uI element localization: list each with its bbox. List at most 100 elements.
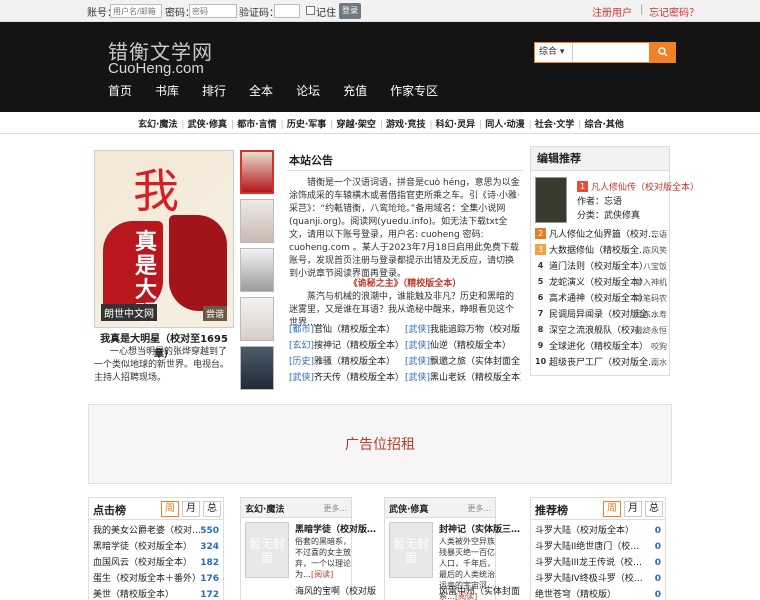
placeholder-cover[interactable]: 暂无封面 (389, 522, 433, 578)
list-item[interactable]: [武侠]我能追踪万物（校对版… (405, 322, 521, 338)
list-item[interactable]: 4 道门法则（校对版全本） 八宝饭 (535, 259, 669, 275)
logo-english[interactable]: CuoHeng.com (108, 60, 204, 77)
tab-month[interactable]: 月 (624, 501, 642, 517)
list-item[interactable]: 3 大数据修仙（精校版全… 陈风笑 (535, 243, 669, 259)
rank-number: 7 (537, 309, 544, 318)
featured-book-cover[interactable]: 我 真是大明星 朗世中文网 尝谐 (94, 150, 234, 328)
register-link[interactable]: 注册用户 (592, 4, 632, 19)
box-book-title[interactable]: 黑暗学徒（校对版… (295, 522, 376, 535)
nav-forum[interactable]: 论坛 (296, 82, 320, 99)
list-item[interactable]: 5 龙蛇演义（校对版全本） 梦入神机 (535, 275, 669, 291)
thumbnail[interactable] (240, 297, 274, 341)
list-item[interactable]: 7 民调局异闻录（校对版全… 耳东水寿 (535, 307, 669, 323)
search-input[interactable] (574, 43, 650, 62)
rank-value: 182 (200, 558, 219, 568)
list-item[interactable]: 我的美女公爵老婆（校对… 550 (93, 523, 219, 539)
rank-value: 550 (200, 526, 219, 536)
category-link[interactable]: 同人·动漫 (485, 120, 524, 130)
category-link[interactable]: 科幻·灵异 (436, 120, 475, 130)
tab-week[interactable]: 周 (161, 501, 179, 517)
list-item[interactable]: 斗罗大陆II绝世唐门（校… 0 (535, 539, 661, 555)
author-name: 最终永恒 (635, 326, 667, 335)
nav-author[interactable]: 作家专区 (390, 82, 438, 99)
cover-thumbnails (240, 150, 276, 395)
category-link[interactable]: 武侠·修真 (188, 120, 227, 130)
placeholder-cover[interactable]: 暂无封面 (245, 522, 289, 578)
headline-book[interactable]: 《诡秘之主》（精校版全本） (289, 276, 521, 289)
book-name: 道门法则（校对版全本） (549, 262, 649, 272)
read-link[interactable]: [阅读] (311, 570, 333, 579)
list-item[interactable]: [都市]官仙（精校版全本） (289, 322, 405, 338)
list-item[interactable]: 9 全球进化（精校版全本） 咬狗 (535, 339, 669, 355)
more-link[interactable]: 更多... (323, 503, 347, 514)
site-header: 错衡文学网 CuoHeng.com 综合 ▾ 首页 书库 排行 全本 论坛 充值… (0, 22, 760, 112)
recommend-list: 2 凡人修仙之仙界篇（校对… 忘语 3 大数据修仙（精校版全… 陈风笑 4 道门法则（校对版全… (535, 227, 669, 371)
category-link[interactable]: 玄幻·魔法 (138, 120, 177, 130)
thumbnail[interactable] (240, 150, 274, 194)
tab-total[interactable]: 总 (203, 501, 221, 517)
category-link[interactable]: 穿越·架空 (336, 120, 375, 130)
list-item[interactable]: [武侠]仙逆（精校版全本） (405, 338, 521, 354)
captcha-input[interactable] (274, 4, 300, 18)
list-item[interactable]: 斗罗大陆（校对版全本） 0 (535, 523, 661, 539)
list-item[interactable]: 蛋生（校对版全本＋番外） 176 (93, 571, 219, 587)
category-link[interactable]: 都市·言情 (237, 120, 276, 130)
top-book-title[interactable]: 1 凡人修仙传（校对版全本） (577, 180, 699, 193)
thumbnail[interactable] (240, 248, 274, 292)
remember-checkbox[interactable] (306, 6, 315, 15)
nav-library[interactable]: 书库 (155, 82, 179, 99)
category-link[interactable]: 游戏·竞技 (386, 120, 425, 130)
list-item[interactable]: 黑暗学徒（校对版全本） 324 (93, 539, 219, 555)
thumbnail[interactable] (240, 346, 274, 390)
category-nav: 玄幻·魔法 | 武侠·修真 | 都市·言情 | 历史·军事 | 穿越·架空 | 游戏·竞技… (0, 112, 760, 134)
box-book-desc: 俗套的黑暗系，不过喜的女主放弃，一个以理论为…[阅读] (295, 537, 351, 579)
tab-total[interactable]: 总 (645, 501, 663, 517)
list-item[interactable]: 海风的宝啊（校对版 (295, 584, 376, 597)
rank-number: 5 (537, 277, 544, 286)
author-name: 咬狗 (651, 342, 667, 351)
rank-number: 6 (537, 293, 544, 302)
list-item[interactable]: 斗罗大陆IV终极斗罗（校… 0 (535, 571, 661, 587)
password-input[interactable] (189, 4, 237, 18)
nav-complete[interactable]: 全本 (249, 82, 273, 99)
tab-week[interactable]: 周 (603, 501, 621, 517)
book-name: 斗罗大陆III龙王传说（校… (535, 558, 642, 568)
list-item[interactable]: 10 超级丧尸工厂（校对版全… 雨水 (535, 355, 669, 371)
list-item[interactable]: 风雷中州（实体封面 (439, 584, 520, 597)
rank-value: 0 (654, 574, 661, 584)
list-item[interactable]: 美世（精校版全本） 172 (93, 587, 219, 600)
list-item[interactable]: 6 高术通神（校对版全本） 徐笔码农 (535, 291, 669, 307)
category-link[interactable]: 历史·军事 (287, 120, 326, 130)
list-item[interactable]: 8 深空之流浪舰队（校对… 最终永恒 (535, 323, 669, 339)
list-item[interactable]: [武侠]飘邈之旅（实体封面全… (405, 354, 521, 370)
list-item[interactable]: [历史]雅骚（精校版全本） (289, 354, 405, 370)
list-item[interactable]: 斗罗大陆III龙王传说（校… 0 (535, 555, 661, 571)
list-item[interactable]: 2 凡人修仙之仙界篇（校对… 忘语 (535, 227, 669, 243)
category-link[interactable]: 社会·文学 (535, 120, 574, 130)
thumbnail[interactable] (240, 199, 274, 243)
nav-ranking[interactable]: 排行 (202, 82, 226, 99)
more-link[interactable]: 更多... (467, 503, 491, 514)
click-ranking-panel: 点击榜 周 月 总 我的美女公爵老婆（校对… 550 黑暗学徒（校对版全本） 324 血… (88, 497, 224, 600)
box-book-title[interactable]: 封神记（实体版三… (439, 522, 520, 535)
author-name: 梦入神机 (635, 278, 667, 287)
search-type-select[interactable]: 综合 ▾ (535, 43, 573, 62)
list-item[interactable]: 血国风云（校对版全本） 182 (93, 555, 219, 571)
rank-number: 8 (537, 325, 544, 334)
tab-month[interactable]: 月 (182, 501, 200, 517)
list-item[interactable]: [武侠]齐天传（精校版全本） (289, 370, 405, 386)
account-input[interactable] (110, 4, 162, 18)
top-book-cover[interactable] (535, 177, 567, 223)
rank-value: 176 (200, 574, 219, 584)
list-item[interactable]: 绝世苍穹（精校版） 0 (535, 587, 661, 600)
nav-home[interactable]: 首页 (108, 82, 132, 99)
category-link[interactable]: 综合·其他 (584, 120, 623, 130)
login-button[interactable]: 登录 (339, 3, 361, 19)
recommend-ranking-panel: 推荐榜 周 月 总 斗罗大陆（校对版全本） 0 斗罗大陆II绝世唐门（校… 0 斗罗大陆… (530, 497, 666, 600)
forgot-password-link[interactable]: 忘记密码？ (649, 4, 699, 19)
list-item[interactable]: [武侠]黑山老妖（精校版全本） (405, 370, 521, 386)
list-item[interactable]: [玄幻]搜神记（精校版全本） (289, 338, 405, 354)
search-button[interactable] (649, 42, 676, 63)
nav-recharge[interactable]: 充值 (343, 82, 367, 99)
ad-banner[interactable]: 广告位招租 (88, 404, 672, 484)
